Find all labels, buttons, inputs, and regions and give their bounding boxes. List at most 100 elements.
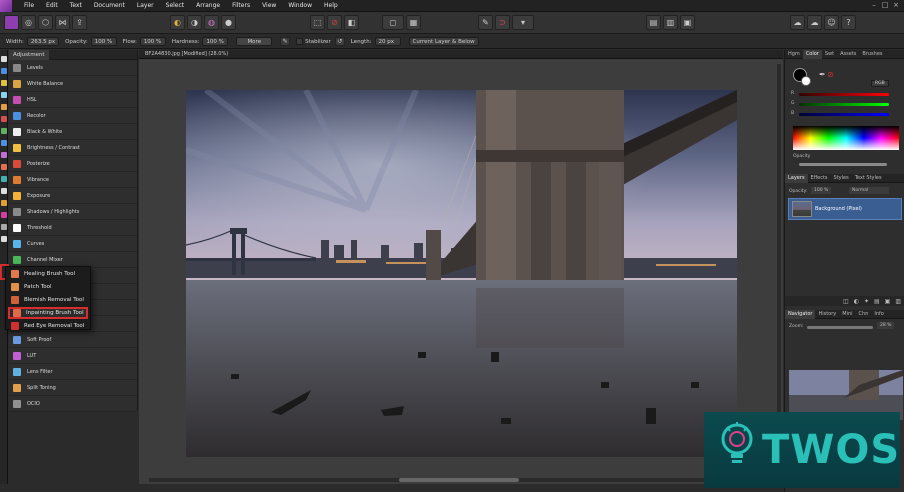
adjustment-item[interactable]: Black & White xyxy=(9,124,137,140)
maximize-icon[interactable]: □ xyxy=(881,1,889,9)
adjustment-item[interactable]: Split Toning xyxy=(9,380,137,396)
photo-canvas[interactable] xyxy=(186,90,737,457)
adjustment-item[interactable]: White Balance xyxy=(9,76,137,92)
more-button[interactable]: More xyxy=(236,37,273,46)
selection-brush-icon[interactable] xyxy=(1,92,7,98)
horizontal-scrollbar[interactable] xyxy=(149,478,773,482)
text-tool-icon[interactable] xyxy=(1,236,7,242)
adjustment-item[interactable]: Shadows / Highlights xyxy=(9,204,137,220)
brush-settings-icon[interactable]: ✎ xyxy=(280,37,291,46)
menu-window[interactable]: Window xyxy=(282,2,318,9)
auto-color-button[interactable]: ◍ xyxy=(204,15,219,30)
tab-brushes[interactable]: Brushes xyxy=(859,50,885,59)
layer-row-background[interactable]: Background (Pixel) xyxy=(788,198,902,220)
group-icon[interactable]: ▤ xyxy=(874,298,880,305)
quick-mask-button[interactable]: ◻ xyxy=(382,15,404,30)
view-tool-icon[interactable] xyxy=(1,68,7,74)
tab-navigator[interactable]: Navigator xyxy=(785,309,816,319)
auto-contrast-button[interactable]: ◑ xyxy=(187,15,202,30)
pen-tool-icon[interactable] xyxy=(1,212,7,218)
adjustment-icon[interactable]: ◐ xyxy=(854,298,859,305)
add-mask-icon[interactable]: ◫ xyxy=(843,298,849,305)
adjustment-item[interactable]: Curves xyxy=(9,236,137,252)
width-field[interactable]: 263.5 px xyxy=(26,37,60,46)
dodge-brush-icon[interactable] xyxy=(1,164,7,170)
tone-mapping-persona-button[interactable]: ⋈ xyxy=(55,15,70,30)
document-tab[interactable]: BF2A4830.jpg [Modified] (28.0%) xyxy=(139,50,783,59)
menu-layer[interactable]: Layer xyxy=(131,2,160,9)
flyout-item[interactable]: Healing Brush Tool xyxy=(8,268,88,280)
fx-icon[interactable]: ✦ xyxy=(864,298,869,305)
export-persona-button[interactable]: ⇪ xyxy=(72,15,87,30)
help-button[interactable]: ? xyxy=(841,15,856,30)
adjustment-item[interactable]: HSL xyxy=(9,92,137,108)
develop-persona-button[interactable]: ⬡ xyxy=(38,15,53,30)
auto-levels-button[interactable]: ◐ xyxy=(170,15,185,30)
deselect-button[interactable]: ⊘ xyxy=(327,15,342,30)
arrange-back-button[interactable]: ▤ xyxy=(646,15,661,30)
erase-brush-icon[interactable] xyxy=(1,188,7,194)
tab-mini[interactable]: Mini xyxy=(839,310,855,319)
add-layer-icon[interactable]: ▣ xyxy=(885,298,891,305)
liquify-persona-button[interactable]: ◎ xyxy=(21,15,36,30)
flyout-item[interactable]: Patch Tool xyxy=(8,281,88,293)
color-mode-dropdown[interactable]: RGB xyxy=(871,80,889,87)
align-button[interactable]: ▣ xyxy=(680,15,695,30)
tab-layers[interactable]: Layers xyxy=(785,173,808,183)
healing-brush-icon[interactable] xyxy=(1,200,7,206)
menu-filters[interactable]: Filters xyxy=(226,2,256,9)
flood-select-icon[interactable] xyxy=(1,104,7,110)
adjustment-item[interactable]: Levels xyxy=(9,60,137,76)
tab-history[interactable]: History xyxy=(815,310,839,319)
clone-brush-icon[interactable] xyxy=(1,152,7,158)
menu-select[interactable]: Select xyxy=(160,2,191,9)
adjustment-item[interactable]: Posterize xyxy=(9,156,137,172)
tab-hgm[interactable]: Hgm xyxy=(785,50,803,59)
fill-tool-icon[interactable] xyxy=(1,128,7,134)
secondary-color-swatch[interactable] xyxy=(801,76,811,86)
share-button[interactable]: ☁ xyxy=(790,15,805,30)
menu-file[interactable]: File xyxy=(18,2,40,9)
close-icon[interactable]: × xyxy=(892,1,900,9)
horizontal-scroll-thumb[interactable] xyxy=(399,478,519,482)
adjustment-item[interactable]: LUT xyxy=(9,348,137,364)
marquee-button[interactable]: ⬚ xyxy=(310,15,325,30)
menu-arrange[interactable]: Arrange xyxy=(190,2,226,9)
none-color-icon[interactable]: ⊘ xyxy=(827,70,834,79)
photo-persona-button[interactable] xyxy=(4,15,19,30)
minimize-icon[interactable]: – xyxy=(870,1,878,9)
eyedropper-icon[interactable]: ✒ xyxy=(819,70,826,79)
hardness-field[interactable]: 100 % xyxy=(202,37,229,46)
affinity-photo-logo[interactable] xyxy=(0,0,12,12)
crop-tool-icon[interactable] xyxy=(1,80,7,86)
snapping-options-button[interactable]: ▾ xyxy=(512,15,534,30)
adjustment-item[interactable]: Exposure xyxy=(9,188,137,204)
adjustment-item[interactable]: Vibrance xyxy=(9,172,137,188)
sample-dropdown[interactable]: Current Layer & Below xyxy=(408,37,479,46)
adjustment-item[interactable]: Soft Proof xyxy=(9,332,137,348)
red-slider[interactable] xyxy=(799,93,889,96)
tab-adjustment[interactable]: Adjustment xyxy=(9,49,49,60)
color-picker-icon[interactable] xyxy=(1,116,7,122)
adjustment-item[interactable]: Recolor xyxy=(9,108,137,124)
tab-text-styles[interactable]: Text Styles xyxy=(852,174,885,183)
flyout-item[interactable]: Inpainting Brush Tool xyxy=(8,307,88,319)
tab-color[interactable]: Color xyxy=(802,49,822,59)
adjustment-item[interactable]: OCIO xyxy=(9,396,137,412)
delete-layer-icon[interactable]: ▥ xyxy=(895,298,901,305)
flyout-item[interactable]: Red Eye Removal Tool xyxy=(8,320,88,332)
color-opacity-slider[interactable] xyxy=(799,163,887,166)
menu-text[interactable]: Text xyxy=(64,2,88,9)
color-spectrum[interactable] xyxy=(793,126,899,150)
tab-effects[interactable]: Effects xyxy=(808,174,831,183)
cloud-button[interactable]: ☁ xyxy=(807,15,822,30)
assistant-button[interactable]: ✎ xyxy=(478,15,493,30)
paint-brush-icon[interactable] xyxy=(1,140,7,146)
zoom-slider[interactable] xyxy=(807,326,873,329)
tab-swt[interactable]: Swt xyxy=(822,50,837,59)
auto-white-balance-button[interactable]: ● xyxy=(221,15,236,30)
snapping-button[interactable]: ⊃ xyxy=(495,15,510,30)
adjustment-item[interactable]: Threshold xyxy=(9,220,137,236)
view-mode-button[interactable]: ▦ xyxy=(406,15,421,30)
tab-styles[interactable]: Styles xyxy=(831,174,852,183)
